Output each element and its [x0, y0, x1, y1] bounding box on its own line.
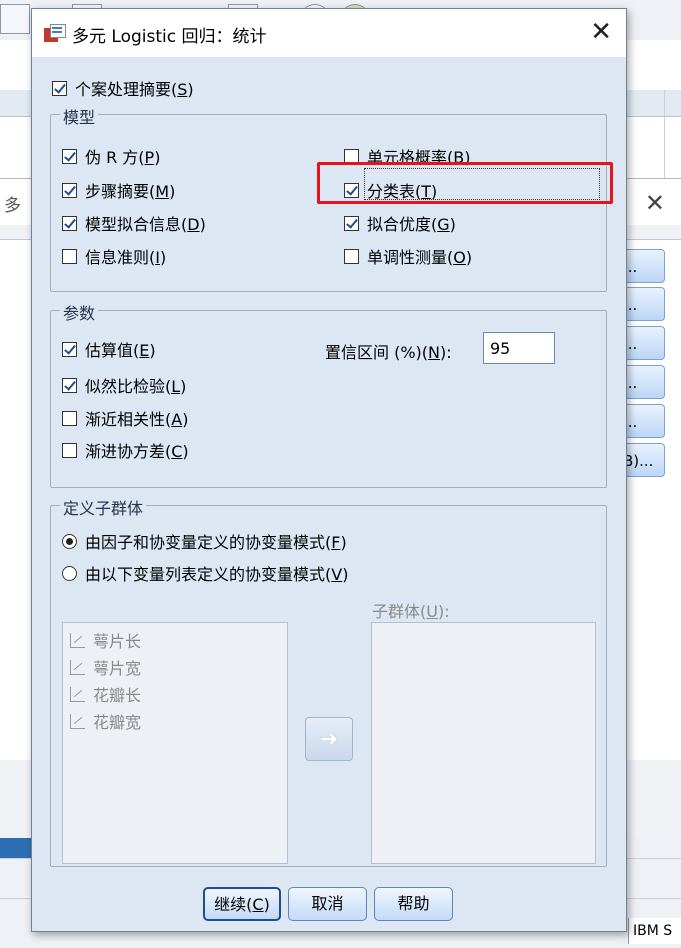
close-icon[interactable]: ✕ [590, 19, 612, 45]
checkbox-label: 步骤摘要(M) [85, 182, 176, 201]
continue-button[interactable]: 继续(C) [203, 887, 281, 921]
radio-button[interactable] [62, 565, 77, 581]
checkbox-box[interactable] [62, 148, 77, 164]
checkbox-label: 伪 R 方(P) [85, 148, 161, 167]
radio-button[interactable] [62, 533, 77, 549]
binoculars-icon[interactable] [0, 4, 30, 34]
pseudo-r-square-checkbox[interactable]: 伪 R 方(P) [62, 145, 160, 167]
scale-variable-icon [69, 712, 87, 730]
scale-variable-icon [69, 658, 87, 676]
checkbox-box[interactable] [62, 341, 77, 357]
cancel-button[interactable]: 取消 [288, 887, 367, 921]
status-bar-text: IBM S [628, 918, 681, 944]
checkbox-box[interactable] [52, 80, 67, 96]
step-summary-checkbox[interactable]: 步骤摘要(M) [62, 179, 175, 201]
case-summary-checkbox[interactable]: 个案处理摘要(S) [52, 77, 194, 99]
model-group-title: 模型 [60, 104, 99, 128]
list-item[interactable]: 花瓣宽 [69, 710, 141, 732]
list-item[interactable]: 萼片长 [69, 629, 141, 651]
checkbox-label: 模型拟合信息(D) [85, 215, 206, 234]
asymptotic-correlations-checkbox[interactable]: 渐近相关性(A) [62, 407, 188, 429]
variable-list-radio[interactable]: 由以下变量列表定义的协变量模式(V) [62, 562, 348, 584]
checkbox-box[interactable] [344, 248, 359, 264]
checkbox-box[interactable] [62, 377, 77, 393]
checkbox-label: 信息准则(I) [85, 248, 167, 267]
checkbox-box[interactable] [344, 215, 359, 231]
checkbox-label: 渐进协方差(C) [85, 442, 189, 461]
checkbox-label: 个案处理摘要(S) [75, 80, 194, 99]
likelihood-ratio-tests-checkbox[interactable]: 似然比检验(L) [62, 374, 186, 396]
scale-variable-icon [69, 631, 87, 649]
confidence-interval-input[interactable] [483, 332, 555, 364]
checkbox-label: 渐近相关性(A) [85, 410, 189, 429]
subpopulation-label: 子群体(U): [372, 602, 450, 621]
background-close-icon[interactable]: ✕ [645, 189, 665, 217]
information-criteria-checkbox[interactable]: 信息准则(I) [62, 245, 166, 267]
dialog-content: 个案处理摘要(S) 模型 伪 R 方(P) 步骤摘要(M) 模型拟合信息(D) … [32, 57, 626, 931]
confidence-interval-label: 置信区间 (%)(N): [325, 343, 452, 362]
move-right-button[interactable]: ➜ [305, 717, 353, 761]
factors-covariates-radio[interactable]: 由因子和协变量定义的协变量模式(F) [62, 530, 347, 552]
checkbox-label: 单调性测量(O) [367, 248, 473, 267]
dialog-titlebar: 多元 Logistic 回归：统计 ✕ [32, 9, 626, 57]
model-fitting-info-checkbox[interactable]: 模型拟合信息(D) [62, 212, 206, 234]
dialog-title: 多元 Logistic 回归：统计 [72, 27, 267, 47]
subpopulation-group-title: 定义子群体 [60, 495, 147, 519]
checkbox-box[interactable] [62, 248, 77, 264]
checkbox-label: 估算值(E) [85, 341, 156, 360]
spss-app-icon [44, 24, 66, 44]
parameters-group-title: 参数 [60, 300, 99, 324]
arrow-right-icon: ➜ [319, 726, 339, 752]
list-item[interactable]: 花瓣长 [69, 683, 141, 705]
checkbox-label: 似然比检验(L) [85, 377, 187, 396]
radio-label: 由因子和协变量定义的协变量模式(F) [85, 533, 347, 552]
monotonicity-measures-checkbox[interactable]: 单调性测量(O) [344, 245, 472, 267]
radio-label: 由以下变量列表定义的协变量模式(V) [85, 565, 349, 584]
estimates-checkbox[interactable]: 估算值(E) [62, 338, 156, 360]
subpopulation-list[interactable] [371, 622, 596, 864]
background-dialog-title: 多 [4, 196, 21, 216]
source-variable-list[interactable]: 萼片长 萼片宽 花瓣长 花瓣宽 [62, 622, 288, 864]
goodness-of-fit-checkbox[interactable]: 拟合优度(G) [344, 212, 456, 234]
highlight-box [317, 162, 613, 204]
checkbox-label: 拟合优度(G) [367, 215, 456, 234]
checkbox-box[interactable] [62, 442, 77, 458]
checkbox-box[interactable] [62, 182, 77, 198]
checkbox-box[interactable] [62, 215, 77, 231]
asymptotic-covariances-checkbox[interactable]: 渐进协方差(C) [62, 439, 189, 461]
list-item[interactable]: 萼片宽 [69, 656, 141, 678]
help-button[interactable]: 帮助 [374, 887, 453, 921]
multinomial-logistic-statistics-dialog: 多元 Logistic 回归：统计 ✕ 个案处理摘要(S) 模型 伪 R 方(P… [31, 8, 627, 932]
scale-variable-icon [69, 685, 87, 703]
checkbox-box[interactable] [62, 410, 77, 426]
